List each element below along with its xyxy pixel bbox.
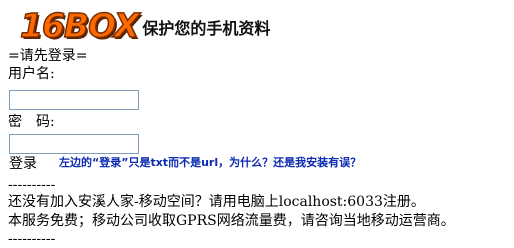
password-input[interactable] — [9, 134, 139, 154]
fee-info: 本服务免费；移动公司收取GPRS网络流量费，请咨询当地移动运营商。 — [8, 213, 455, 229]
logo-mark: 16BOX — [19, 6, 140, 45]
site-logo: 16BOX 保护您的手机资料 — [19, 6, 271, 45]
username-label: 用户名: — [8, 66, 55, 82]
separator-top: ---------- — [8, 177, 56, 193]
username-input[interactable] — [9, 90, 139, 110]
annotation-note: 左边的“登录”只是txt而不是url，为什么？还是我安装有误？ — [59, 156, 362, 169]
password-label: 密 码: — [8, 114, 55, 130]
login-prompt: =请先登录= — [8, 48, 88, 64]
login-link[interactable]: 登录 — [9, 155, 37, 173]
separator-bottom: ---------- — [8, 231, 56, 247]
logo-slogan: 保护您的手机资料 — [142, 19, 271, 38]
register-info: 还没有加入安溪人家-移动空间？请用电脑上localhost:6033注册。 — [8, 194, 425, 210]
